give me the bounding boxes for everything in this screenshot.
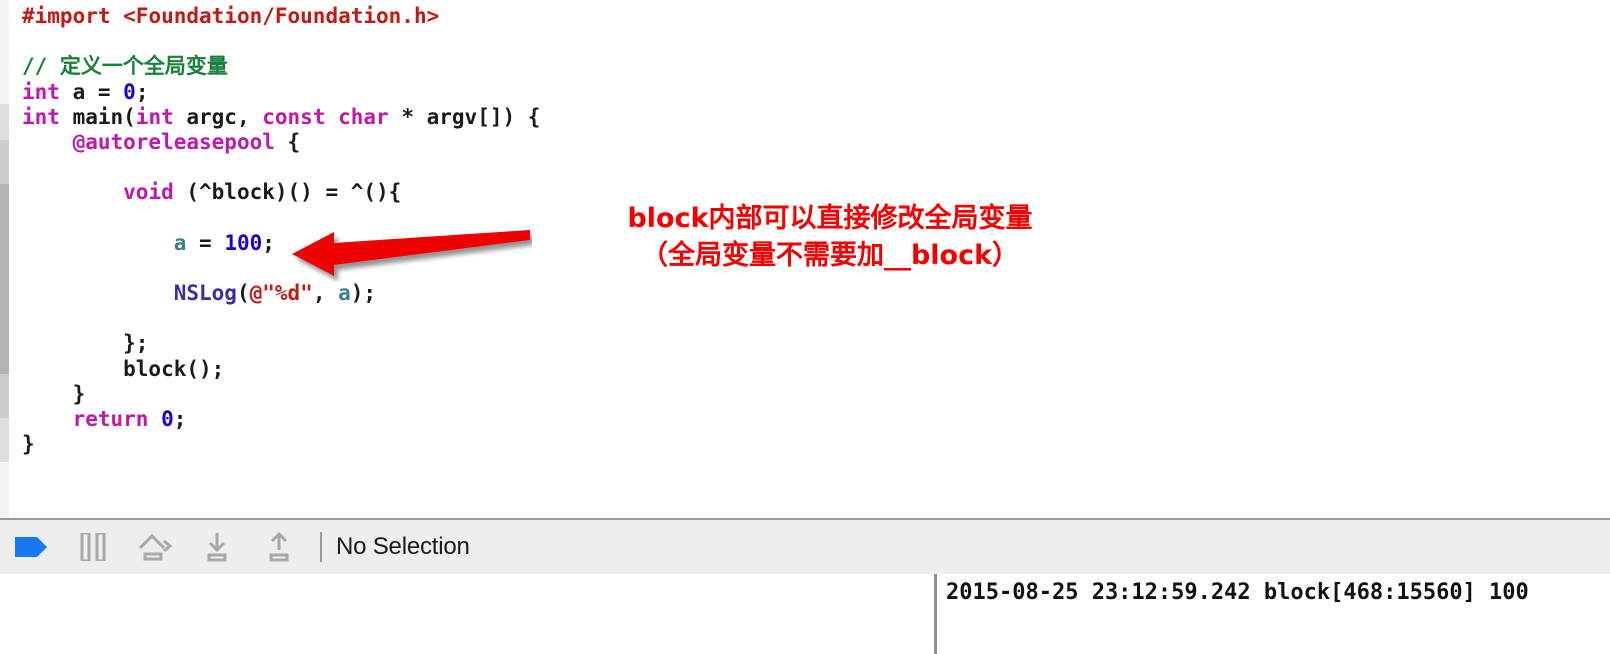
step-out-icon [269, 532, 289, 562]
step-over-icon [138, 533, 173, 561]
code-line[interactable]: return 0; [22, 407, 540, 432]
code-token: block(); [22, 356, 225, 381]
code-token: ; [262, 230, 275, 255]
annotation-line-1: block内部可以直接修改全局变量 [625, 201, 1034, 236]
code-token: * argv[]) { [388, 104, 541, 129]
code-folding-ribbon[interactable] [0, 0, 9, 518]
source-editor[interactable]: #import <Foundation/Foundation.h> // 定义一… [0, 0, 1610, 518]
code-token: a = [59, 79, 124, 104]
code-token: , [312, 281, 339, 306]
console-pane-divider[interactable] [934, 574, 937, 654]
code-token: int [22, 79, 60, 104]
selection-status-label: No Selection [336, 533, 470, 560]
code-token: @"%d" [249, 281, 313, 306]
code-token: a [338, 281, 351, 306]
code-token: = [186, 230, 225, 255]
code-token: ; [135, 79, 149, 104]
variables-view-pane[interactable] [0, 574, 934, 654]
code-token: { [274, 129, 301, 154]
code-token: int [135, 104, 174, 129]
code-token: 100 [224, 230, 263, 255]
code-token: <Foundation/Foundation.h> [123, 4, 440, 28]
console-output-line: 2015-08-25 23:12:59.242 block[468:15560]… [946, 580, 1529, 605]
code-token: ; [173, 407, 187, 431]
fold-ribbon-segment[interactable] [0, 140, 9, 184]
breakpoint-flag-icon [15, 537, 47, 557]
red-left-arrow-icon [292, 230, 530, 276]
code-line[interactable]: // 定义一个全局变量 [22, 54, 540, 79]
fold-ribbon-segment[interactable] [0, 374, 9, 418]
code-token: a [173, 230, 187, 255]
annotation-line-2: （全局变量不需要加__block） [639, 238, 1021, 273]
code-token: } [22, 381, 86, 406]
code-token: } [22, 432, 35, 457]
code-token: const [262, 104, 326, 129]
pause-continue-button[interactable] [62, 520, 124, 574]
code-token: // 定义一个全局变量 [22, 54, 228, 79]
step-into-icon [207, 533, 227, 562]
fold-ribbon-segment[interactable] [0, 418, 9, 462]
code-token: int [22, 104, 60, 129]
code-line[interactable] [22, 29, 540, 54]
code-token: ( [236, 281, 250, 306]
annotation-text: block内部可以直接修改全局变量 （全局变量不需要加__block） [560, 200, 1100, 274]
breakpoints-toggle-button[interactable] [0, 520, 62, 574]
code-token: main( [59, 104, 136, 129]
code-line[interactable] [22, 155, 540, 180]
toolbar-divider [320, 532, 322, 562]
code-token: 0 [161, 407, 174, 431]
pause-icon [80, 533, 106, 561]
code-token: return [72, 407, 149, 431]
code-line[interactable]: NSLog(@"%d", a); [22, 281, 540, 306]
code-line[interactable]: int a = 0; [22, 80, 540, 105]
code-token: #import [22, 4, 124, 28]
code-token: argc, [173, 104, 263, 129]
code-line[interactable]: } [22, 382, 540, 407]
code-token: NSLog [173, 281, 237, 306]
fold-ribbon-segment[interactable] [0, 0, 9, 104]
step-out-button[interactable] [248, 520, 310, 574]
fold-ribbon-segment[interactable] [0, 462, 9, 518]
step-over-button[interactable] [124, 520, 186, 574]
code-line[interactable] [22, 306, 540, 331]
code-line[interactable]: int main(int argc, const char * argv[]) … [22, 105, 540, 130]
fold-ribbon-segment[interactable] [0, 184, 9, 374]
code-line[interactable]: void (^block)() = ^(){ [22, 180, 540, 205]
code-line[interactable]: #import <Foundation/Foundation.h> [22, 4, 540, 29]
code-line[interactable]: } [22, 432, 540, 457]
code-line[interactable]: @autoreleasepool { [22, 130, 540, 155]
code-line[interactable]: }; [22, 331, 540, 356]
step-into-button[interactable] [186, 520, 248, 574]
code-token: @autoreleasepool [72, 129, 275, 154]
code-token: char [338, 104, 389, 129]
code-token: void [123, 180, 174, 205]
code-token: }; [22, 331, 149, 356]
code-token: ); [350, 281, 377, 306]
code-token: 0 [123, 79, 136, 104]
fold-ribbon-segment[interactable] [0, 104, 9, 140]
code-token: (^block)() = ^(){ [173, 180, 402, 205]
code-line[interactable]: block(); [22, 357, 540, 382]
debug-bar: No Selection [0, 518, 1610, 574]
